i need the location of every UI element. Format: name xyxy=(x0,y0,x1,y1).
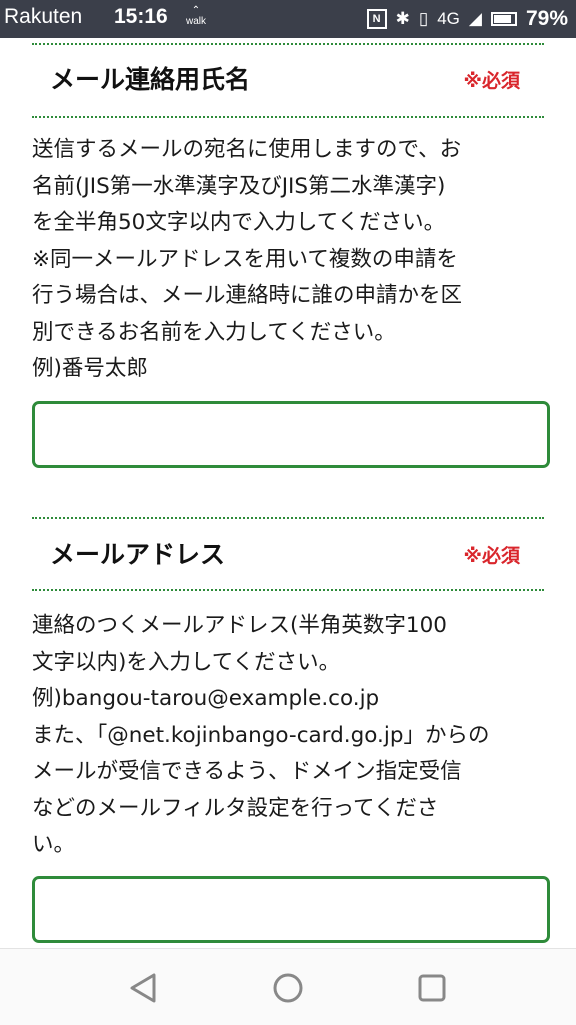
section-title-email: メールアドレス xyxy=(50,540,226,569)
description-line: 名前(JIS第一水準漢字及びJIS第二水準漢字) xyxy=(32,173,446,199)
walk-icon: ⌃ xyxy=(191,5,201,16)
vibrate-icon: ▯ xyxy=(418,9,429,28)
description-line: ※同一メールアドレスを用いて複数の申請を xyxy=(32,246,458,272)
navigation-bar xyxy=(0,948,576,1025)
nfc-icon: N xyxy=(366,9,387,29)
section-divider xyxy=(32,116,544,118)
battery-icon xyxy=(490,12,517,26)
description-line: 例)bangou-tarou@example.co.jp xyxy=(32,686,380,711)
email-description: 連絡のつくメールアドレス(半角英数字100 文字以内)を入力してください。 例)… xyxy=(32,608,548,864)
section-divider xyxy=(32,517,544,519)
bluetooth-icon: ✱ xyxy=(395,9,410,28)
required-badge: ※必須 xyxy=(463,70,520,92)
email-input[interactable] xyxy=(32,876,550,943)
description-line: また、「@net.kojinbango-card.go.jp」からの xyxy=(32,722,490,748)
section-title-name: メール連絡用氏名 xyxy=(50,65,251,94)
description-line: などのメールフィルタ設定を行ってくださ xyxy=(32,795,439,821)
carrier-name: Rakuten xyxy=(4,5,83,28)
description-line: を全半角50文字以内で入力してください。 xyxy=(32,210,446,235)
name-description: 送信するメールの宛名に使用しますので、お 名前(JIS第一水準漢字及びJIS第二… xyxy=(32,132,548,388)
description-line: 連絡のつくメールアドレス(半角英数字100 xyxy=(32,613,447,638)
section-divider xyxy=(32,43,544,45)
status-icons: N ✱ ▯ 4G ◢ 79% xyxy=(366,5,568,33)
home-circle-icon[interactable] xyxy=(271,971,305,1005)
description-line: 送信するメールの宛名に使用しますので、お xyxy=(32,137,462,162)
description-line: い。 xyxy=(32,832,76,857)
network-type: 4G xyxy=(437,9,460,28)
walk-indicator: ⌃ walk xyxy=(184,5,208,27)
walk-label: walk xyxy=(185,16,206,27)
description-line: 文字以内)を入力してください。 xyxy=(32,649,341,675)
status-bar: Rakuten 15:16 ⌃ walk N ✱ ▯ 4G ◢ 79% xyxy=(0,0,576,38)
battery-percent: 79% xyxy=(525,7,568,30)
clock: 15:16 xyxy=(114,5,168,28)
description-line: 行う場合は、メール連絡時に誰の申請かを区 xyxy=(32,283,463,308)
name-input[interactable] xyxy=(32,401,550,468)
signal-icon: ◢ xyxy=(468,9,482,28)
recents-square-icon[interactable] xyxy=(415,971,449,1005)
required-badge: ※必須 xyxy=(463,545,520,567)
back-triangle-icon[interactable] xyxy=(126,971,160,1005)
description-line: メールが受信できるよう、ドメイン指定受信 xyxy=(32,759,462,784)
section-divider xyxy=(32,589,544,591)
description-line: 例)番号太郎 xyxy=(32,356,148,381)
description-line: 別できるお名前を入力してください。 xyxy=(32,319,396,345)
